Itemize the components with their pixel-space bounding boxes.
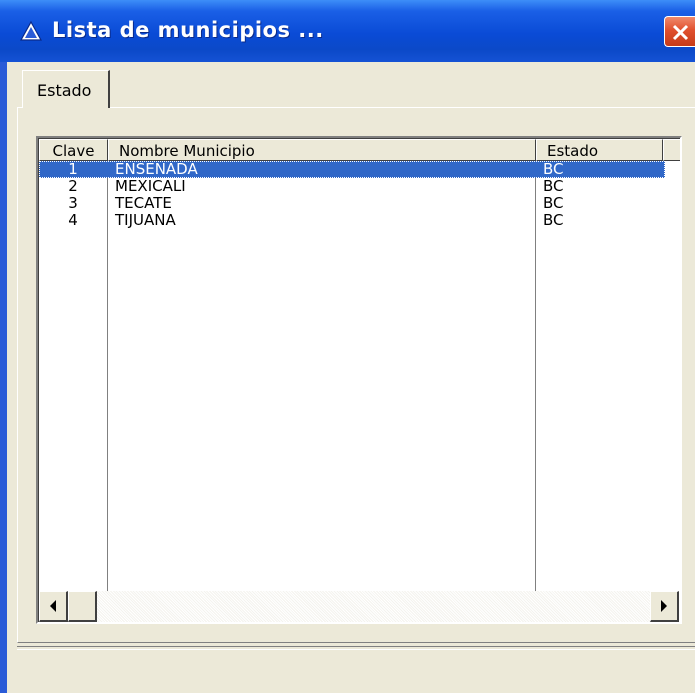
municipios-grid[interactable]: Clave Nombre Municipio Estado 1 ENSENADA… <box>36 136 682 624</box>
cell-clave: 4 <box>68 211 78 229</box>
cell-nombre: ENSENADA <box>115 160 198 178</box>
arrow-right-icon <box>661 600 667 612</box>
cell-estado: BC <box>543 211 564 229</box>
cell-nombre: MEXICALI <box>115 177 186 195</box>
column-header-nombre[interactable]: Nombre Municipio <box>108 139 536 161</box>
cell-clave: 2 <box>68 177 78 195</box>
scrollbar-thumb[interactable] <box>68 591 97 622</box>
table-row[interactable]: 2 MEXICALI BC <box>39 178 665 195</box>
title-bar[interactable]: Lista de municipios ... <box>0 0 695 62</box>
scroll-left-button[interactable] <box>39 591 68 622</box>
cell-estado: BC <box>543 177 564 195</box>
column-divider <box>535 161 536 622</box>
app-window: Lista de municipios ... Estado Clave Nom… <box>0 0 695 693</box>
window-title: Lista de municipios ... <box>52 18 324 42</box>
arrow-left-icon <box>50 600 56 612</box>
tab-estado[interactable]: Estado <box>22 70 110 108</box>
column-header-filler <box>663 139 680 161</box>
cell-estado: BC <box>543 160 564 178</box>
close-icon <box>672 24 689 41</box>
close-button[interactable] <box>664 16 695 47</box>
horizontal-scrollbar[interactable] <box>39 591 679 622</box>
triangle-icon <box>20 20 42 41</box>
cell-nombre: TECATE <box>115 194 172 212</box>
tab-label: Estado <box>37 81 92 100</box>
table-row[interactable]: 3 TECATE BC <box>39 195 665 212</box>
cell-estado: BC <box>543 194 564 212</box>
client-area: Estado Clave Nombre Municipio Estado 1 E… <box>7 62 695 693</box>
cell-clave: 3 <box>68 194 78 212</box>
scroll-right-button[interactable] <box>650 591 679 622</box>
cell-nombre: TIJUANA <box>115 211 176 229</box>
cell-clave: 1 <box>68 160 78 178</box>
column-header-estado[interactable]: Estado <box>536 139 663 161</box>
column-divider <box>107 161 108 622</box>
table-row[interactable]: 4 TIJUANA BC <box>39 212 665 229</box>
grid-header: Clave Nombre Municipio Estado <box>39 139 680 161</box>
table-row[interactable]: 1 ENSENADA BC <box>39 161 665 178</box>
status-divider <box>17 646 695 650</box>
column-header-clave[interactable]: Clave <box>39 139 108 161</box>
